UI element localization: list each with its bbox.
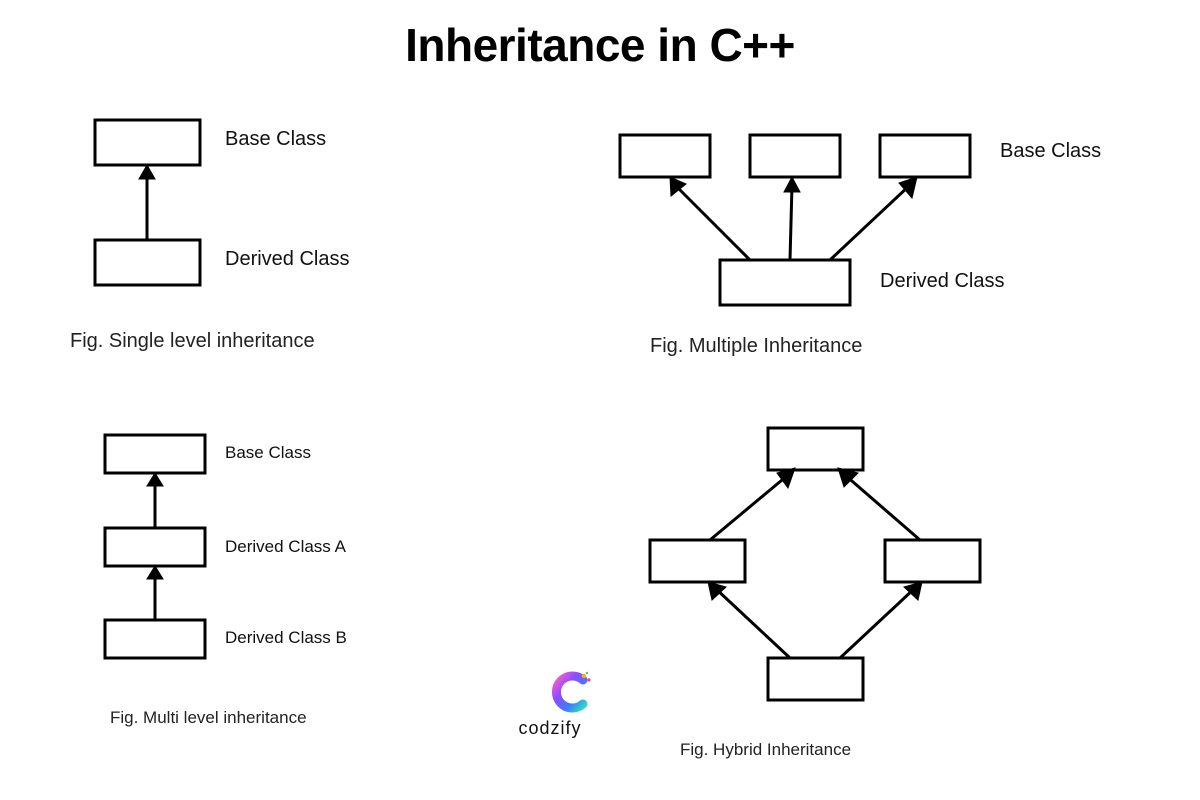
multilevel-caption: Fig. Multi level inheritance bbox=[110, 708, 307, 728]
diagram-multilevel bbox=[85, 430, 325, 710]
multiple-base-label: Base Class bbox=[1000, 140, 1101, 163]
multiple-derived-label: Derived Class bbox=[880, 270, 1004, 293]
single-caption: Fig. Single level inheritance bbox=[70, 330, 315, 353]
single-base-label: Base Class bbox=[225, 128, 326, 151]
multilevel-base-label: Base Class bbox=[225, 443, 311, 463]
page-title: Inheritance in C++ bbox=[0, 18, 1200, 72]
codzify-logo: codzify bbox=[500, 670, 600, 739]
multilevel-derived-b-label: Derived Class B bbox=[225, 628, 347, 648]
codzify-logo-icon bbox=[528, 670, 572, 714]
hybrid-caption: Fig. Hybrid Inheritance bbox=[680, 740, 851, 760]
single-derived-label: Derived Class bbox=[225, 248, 349, 271]
multilevel-derived-a-label: Derived Class A bbox=[225, 537, 346, 557]
codzify-logo-text: codzify bbox=[500, 718, 600, 739]
multiple-caption: Fig. Multiple Inheritance bbox=[650, 335, 862, 358]
diagram-hybrid bbox=[640, 420, 1020, 740]
